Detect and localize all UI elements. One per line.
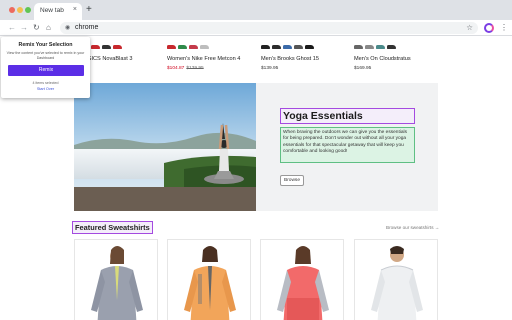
product-strip: ASICS NovaBlast 3 Women's Nike Free Metc… xyxy=(70,37,440,77)
featured-title: Featured Sweatshirts xyxy=(72,221,153,234)
start-over-link[interactable]: Start Over xyxy=(1,87,90,91)
site-info-icon[interactable]: ◉ xyxy=(65,24,70,31)
product-card[interactable] xyxy=(260,239,344,320)
menu-icon[interactable]: ⋮ xyxy=(500,22,508,34)
remix-popup: Remix Your Selection View the content yo… xyxy=(1,37,90,98)
extension-icon[interactable] xyxy=(484,23,494,33)
product-name[interactable]: ASICS NovaBlast 3 xyxy=(84,56,133,62)
sweatshirt-grid xyxy=(74,239,438,320)
yoga-banner: Yoga Essentials When braving the outdoor… xyxy=(74,83,438,211)
banner-title: Yoga Essentials xyxy=(280,108,415,124)
browser-toolbar: ← → ↻ ⌂ ◉ chrome ☆ ⋮ xyxy=(0,20,512,36)
product-image xyxy=(277,246,329,320)
new-tab-button[interactable]: + xyxy=(86,3,92,17)
product-image xyxy=(91,246,143,320)
sale-price: $104.87 xyxy=(167,66,185,71)
product-name[interactable]: Men's Brooks Ghost 15 xyxy=(261,56,319,62)
product-card[interactable] xyxy=(354,239,438,320)
home-icon[interactable]: ⌂ xyxy=(46,22,51,34)
minimize-window-button[interactable] xyxy=(17,7,23,13)
product-name[interactable]: Men's On Cloudstratus xyxy=(354,56,411,62)
product-price: $139.95 xyxy=(261,66,279,71)
browse-button[interactable]: Browse xyxy=(280,175,304,186)
product-image xyxy=(184,246,236,320)
remix-button[interactable]: Remix xyxy=(8,65,84,76)
product-price: $169.95 xyxy=(354,66,372,71)
product-image xyxy=(371,246,423,320)
banner-description: When braving the outdoors we can give yo… xyxy=(280,127,415,163)
tab-new-tab[interactable]: New tab × xyxy=(34,3,82,20)
product-card[interactable] xyxy=(74,239,158,320)
tab-bar: New tab × + xyxy=(0,0,512,20)
tab-close-icon[interactable]: × xyxy=(73,6,77,13)
popup-title: Remix Your Selection xyxy=(18,42,73,48)
product-name[interactable]: Women's Nike Free Metcon 4 xyxy=(167,56,240,62)
reload-icon[interactable]: ↻ xyxy=(33,22,40,34)
browse-sweatshirts-link[interactable]: Browse our sweatshirts → xyxy=(386,225,439,230)
close-window-button[interactable] xyxy=(9,7,15,13)
original-price: $139.95 xyxy=(186,66,204,71)
tab-title: New tab xyxy=(40,7,64,14)
address-bar[interactable]: ◉ chrome ☆ xyxy=(60,22,478,34)
product-card[interactable] xyxy=(167,239,251,320)
popup-description: View the content you've selected to remi… xyxy=(6,51,85,60)
selection-count: 4 items selected xyxy=(32,81,59,85)
back-arrow-icon[interactable]: ← xyxy=(8,22,16,34)
maximize-window-button[interactable] xyxy=(25,7,31,13)
forward-arrow-icon[interactable]: → xyxy=(20,22,28,34)
address-text[interactable]: chrome xyxy=(75,24,98,31)
product-price: $104.87 $139.95 xyxy=(167,66,204,71)
bookmark-star-icon[interactable]: ☆ xyxy=(466,23,473,32)
yoga-banner-image xyxy=(74,83,256,211)
